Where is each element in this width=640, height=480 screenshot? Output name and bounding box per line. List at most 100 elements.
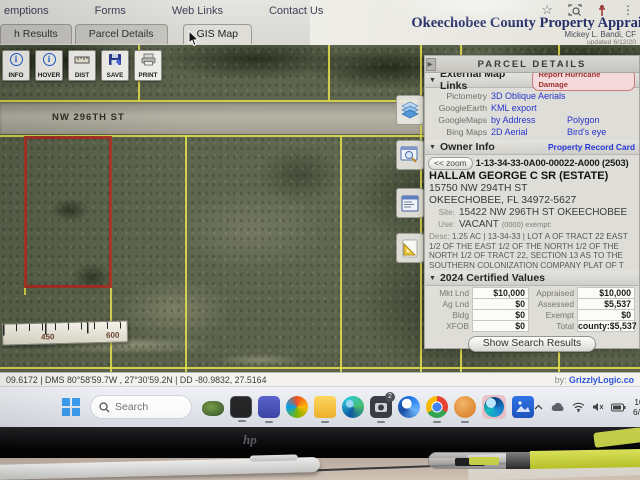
use-label: Use:	[429, 220, 455, 229]
photos-icon[interactable]	[512, 396, 534, 418]
owner-name: HALLAM GEORGE C SR (ESTATE)	[425, 170, 639, 183]
distance-tool-button[interactable]: DIST	[68, 50, 96, 81]
measure-tool-button[interactable]	[396, 233, 424, 263]
hover-tool-button[interactable]: i HOVER	[35, 50, 63, 81]
dark-app-icon[interactable]	[230, 396, 252, 418]
values-row: XFOB $0 Total county:$5,537	[428, 320, 636, 332]
swirl-app-icon[interactable]	[398, 396, 420, 418]
map-status-bar: 09.6172 | DMS 80°58'59.7W , 27°30'59.2N …	[0, 372, 640, 386]
collapse-arrow-icon: ▼	[429, 275, 436, 282]
start-button[interactable]	[62, 398, 80, 416]
site-address: 15422 NW 296TH ST OKEECHOBEE	[459, 207, 627, 218]
owner-address-line1: 15750 NW 294TH ST	[425, 183, 639, 195]
gis-app-icon	[484, 397, 504, 417]
bing-birds-eye-link[interactable]: Bird's eye	[567, 127, 635, 137]
googlemaps-address-link[interactable]: by Address	[491, 115, 536, 125]
teams-icon[interactable]	[258, 396, 280, 418]
use-row: Use: VACANT (0000) exempt:	[425, 219, 639, 231]
ruler-label-600: 600	[106, 331, 120, 340]
external-map-links-header[interactable]: ▼ External Map Links Report Hurricane Da…	[425, 73, 639, 88]
clock-time: 10:31 PM	[633, 397, 640, 407]
nav-item-exemptions[interactable]: emptions	[4, 5, 49, 17]
use-value: VACANT	[459, 219, 499, 230]
link-source-label: GoogleEarth	[429, 103, 491, 113]
appraiser-name: Mickey L. Bandi, CF updated 6/12/20	[564, 30, 636, 47]
collapse-arrow-icon: ▼	[429, 77, 436, 84]
zoom-window-tool-button[interactable]	[396, 140, 424, 170]
edge-icon[interactable]	[342, 396, 364, 418]
measure-triangle-icon	[400, 239, 420, 258]
photos-glyph-icon	[512, 396, 534, 418]
site-label: Site:	[429, 208, 455, 217]
mouse-cursor	[188, 30, 200, 52]
external-link-row: Pictometry 3D Oblique Aerials	[429, 90, 635, 102]
value-cell: $0	[472, 320, 529, 332]
property-record-card-link[interactable]: Property Record Card	[548, 142, 635, 152]
value-label: Exempt	[529, 310, 577, 320]
battery-icon[interactable]	[611, 403, 626, 412]
parcel-boundary-line	[185, 135, 187, 372]
copilot-icon[interactable]	[286, 396, 308, 418]
photo-of-monitor: NW 296TH ST 450 600	[0, 0, 640, 480]
selected-parcel-outline[interactable]	[24, 136, 112, 288]
zoom-to-parcel-button[interactable]: << zoom	[428, 157, 473, 170]
parcel-id: 1-13-34-33-0A00-00022-A000 (2503)	[476, 158, 629, 169]
nav-item-forms[interactable]: Forms	[95, 5, 126, 17]
owner-info-title: Owner Info	[440, 141, 495, 153]
chrome-icon[interactable]	[426, 396, 448, 418]
onedrive-cloud-icon[interactable]	[550, 402, 565, 412]
volume-icon[interactable]	[592, 402, 604, 412]
gator-app-icon[interactable]	[202, 401, 224, 416]
googlemaps-polygon-link[interactable]: Polygon	[567, 115, 635, 125]
tab-search-results[interactable]: h Results	[0, 24, 72, 44]
nav-item-web-links[interactable]: Web Links	[172, 5, 223, 17]
show-search-results-button[interactable]: Show Search Results	[468, 336, 596, 352]
browser-chrome: emptions Forms Web Links Contact Us ☆ ⋮	[0, 0, 640, 45]
save-floppy-icon	[108, 53, 122, 66]
taskbar-search[interactable]	[90, 395, 192, 419]
highlighter-cap	[428, 452, 508, 469]
file-explorer-icon[interactable]	[314, 396, 336, 418]
notification-badge: 2	[385, 392, 395, 402]
kml-export-link[interactable]: KML export	[491, 103, 537, 113]
certified-values-header[interactable]: ▼ 2024 Certified Values	[425, 271, 639, 286]
tray-chevron-icon[interactable]	[534, 404, 543, 410]
zoom-window-icon	[400, 146, 420, 164]
show-results-row: Show Search Results	[425, 332, 639, 352]
search-input[interactable]	[115, 401, 183, 413]
grizzlylogic-link[interactable]: GrizzlyLogic.co	[569, 375, 634, 385]
taskbar-app-icons: 2	[202, 395, 534, 419]
panel-title-bar: ▶ PARCEL DETAILS	[425, 56, 639, 73]
credit-prefix: by:	[555, 375, 567, 385]
wifi-icon[interactable]	[572, 402, 585, 412]
street-label: NW 296TH ST	[52, 112, 125, 123]
parcel-boundary-line	[328, 45, 330, 100]
external-link-row: GoogleEarth KML export	[429, 102, 635, 114]
panel-collapse-arrow-icon[interactable]: ▶	[426, 58, 436, 71]
site-row: Site: 15422 NW 296TH ST OKEECHOBEE	[425, 207, 639, 219]
info-tool-button[interactable]: i INFO	[2, 50, 30, 81]
link-source-label: GoogleMaps	[429, 115, 491, 125]
active-app-highlight[interactable]	[482, 395, 506, 419]
nav-item-contact-us[interactable]: Contact Us	[269, 5, 323, 17]
parcel-boundary-line	[0, 367, 640, 369]
owner-info-header[interactable]: ▼ Owner Info Property Record Card	[425, 140, 639, 155]
link-source-label: Bing Maps	[429, 127, 491, 137]
external-link-row: GoogleMaps by Address Polygon	[429, 114, 635, 126]
tab-parcel-details[interactable]: Parcel Details	[75, 24, 168, 44]
save-map-button[interactable]: SAVE	[101, 50, 129, 81]
hp-logo: hp	[243, 432, 257, 448]
value-label: Bldg	[428, 310, 472, 320]
layers-tool-button[interactable]	[396, 95, 424, 125]
bing-2d-aerial-link[interactable]: 2D Aerial	[491, 127, 528, 137]
legend-tool-button[interactable]	[396, 188, 424, 218]
monitor-screen: NW 296TH ST 450 600	[0, 0, 640, 427]
orange-app-icon[interactable]	[454, 396, 476, 418]
coordinates-readout: 09.6172 | DMS 80°58'59.7W , 27°30'59.2N …	[6, 375, 266, 385]
pictometry-link[interactable]: 3D Oblique Aerials	[491, 91, 566, 101]
taskbar-clock[interactable]: 10:31 PM 6/17/2025	[633, 397, 640, 418]
print-map-button[interactable]: PRINT	[134, 50, 162, 81]
parcel-id-row: << zoom 1-13-34-33-0A00-00022-A000 (2503…	[425, 155, 639, 170]
value-label: Mkt Lnd	[428, 288, 472, 298]
hover-info-icon: i	[43, 53, 56, 66]
